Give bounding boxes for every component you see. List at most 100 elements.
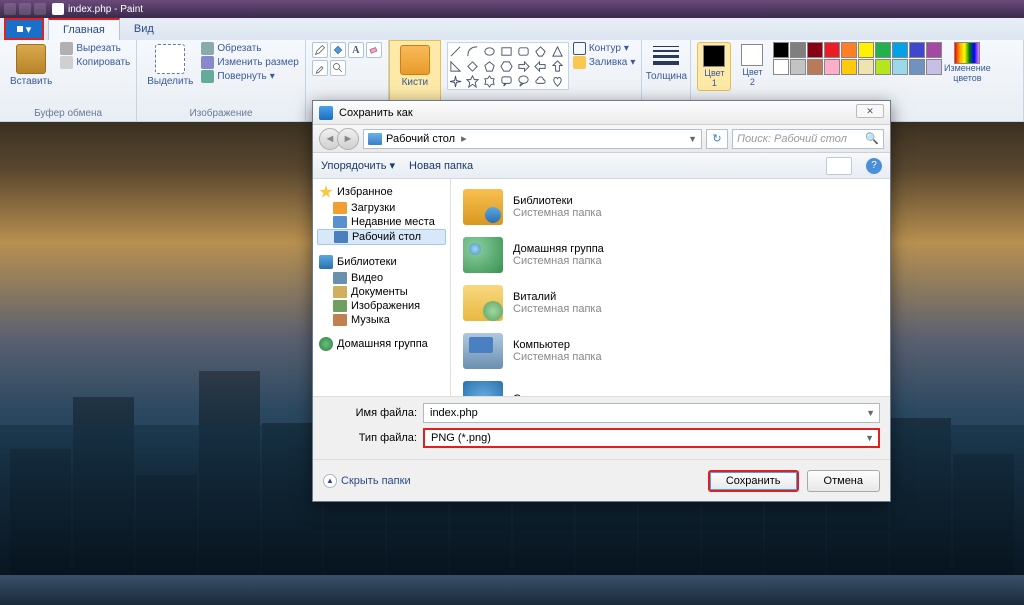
nav-recent[interactable]: Недавние места [317, 215, 446, 229]
nav-music[interactable]: Музыка [317, 313, 446, 327]
list-item[interactable]: Сеть [459, 375, 882, 396]
favorites-header[interactable]: Избранное [317, 183, 446, 201]
color-swatch[interactable] [773, 59, 789, 75]
nav-desktop[interactable]: Рабочий стол [317, 229, 446, 245]
shape-callout-icon[interactable] [500, 74, 514, 88]
shape-arrow-r-icon[interactable] [517, 59, 531, 73]
rotate-button[interactable]: Повернуть ▾ [201, 70, 298, 83]
outline-button[interactable]: Контур ▾ [573, 42, 636, 55]
crop-button[interactable]: Обрезать [201, 42, 298, 55]
eraser-tool[interactable] [366, 42, 382, 58]
shape-rect-icon[interactable] [500, 44, 514, 58]
zoom-tool[interactable] [330, 60, 346, 76]
shape-star4-icon[interactable] [449, 74, 463, 88]
shape-hexagon-icon[interactable] [500, 59, 514, 73]
color-swatch[interactable] [841, 59, 857, 75]
refresh-button[interactable]: ↻ [706, 129, 728, 149]
color-swatch[interactable] [824, 42, 840, 58]
shape-triangle-icon[interactable] [551, 44, 565, 58]
shape-cloud-icon[interactable] [534, 74, 548, 88]
nav-images[interactable]: Изображения [317, 299, 446, 313]
color-swatch[interactable] [773, 42, 789, 58]
tab-view[interactable]: Вид [120, 18, 168, 40]
color-swatch[interactable] [875, 42, 891, 58]
color-swatch[interactable] [807, 59, 823, 75]
shape-diamond-icon[interactable] [466, 59, 480, 73]
tab-home[interactable]: Главная [48, 18, 120, 40]
color-swatch[interactable] [824, 59, 840, 75]
cancel-button[interactable]: Отмена [807, 470, 880, 492]
cut-button[interactable]: Вырезать [60, 42, 130, 55]
shape-rtriangle-icon[interactable] [449, 59, 463, 73]
picker-tool[interactable] [312, 60, 328, 76]
shape-roundrect-icon[interactable] [517, 44, 531, 58]
shape-arrow-u-icon[interactable] [551, 59, 565, 73]
file-menu-button[interactable]: ▾ [4, 18, 44, 40]
brushes-button[interactable]: Кисти [396, 43, 434, 90]
qat-save-icon[interactable] [4, 3, 16, 15]
color1-button[interactable]: Цвет 1 [697, 42, 731, 91]
color-swatch[interactable] [926, 42, 942, 58]
color-swatch[interactable] [892, 59, 908, 75]
pencil-tool[interactable] [312, 42, 328, 58]
thickness-button[interactable]: Толщина [648, 42, 684, 82]
qat-redo-icon[interactable] [34, 3, 46, 15]
shape-polygon-icon[interactable] [534, 44, 548, 58]
shapes-gallery[interactable] [447, 42, 569, 90]
select-button[interactable]: Выделить [143, 42, 197, 89]
resize-button[interactable]: Изменить размер [201, 56, 298, 69]
color-swatch[interactable] [858, 59, 874, 75]
address-bar[interactable]: Рабочий стол ▸ ▼ [363, 129, 702, 149]
copy-button[interactable]: Копировать [60, 56, 130, 69]
libraries-header[interactable]: Библиотеки [317, 253, 446, 271]
nav-downloads[interactable]: Загрузки [317, 201, 446, 215]
shape-oval-icon[interactable] [483, 44, 497, 58]
shape-heart-icon[interactable] [551, 74, 565, 88]
chevron-down-icon[interactable]: ▼ [866, 408, 875, 418]
organize-button[interactable]: Упорядочить ▾ [321, 159, 395, 172]
color-swatch[interactable] [909, 42, 925, 58]
nav-documents[interactable]: Документы [317, 285, 446, 299]
shape-callout2-icon[interactable] [517, 74, 531, 88]
fill-tool[interactable] [330, 42, 346, 58]
shape-arrow-l-icon[interactable] [534, 59, 548, 73]
help-icon[interactable]: ? [866, 158, 882, 174]
color-swatch[interactable] [892, 42, 908, 58]
color-swatch[interactable] [790, 59, 806, 75]
list-item[interactable]: КомпьютерСистемная папка [459, 327, 882, 375]
color-swatch[interactable] [858, 42, 874, 58]
shape-curve-icon[interactable] [466, 44, 480, 58]
qat-undo-icon[interactable] [19, 3, 31, 15]
text-tool[interactable]: A [348, 42, 364, 58]
list-item[interactable]: БиблиотекиСистемная папка [459, 183, 882, 231]
color-swatch[interactable] [875, 59, 891, 75]
color-swatch[interactable] [926, 59, 942, 75]
edit-colors-button[interactable]: Изменение цветов [946, 42, 988, 84]
color-swatch[interactable] [790, 42, 806, 58]
fill-button[interactable]: Заливка ▾ [573, 56, 636, 69]
shape-star5-icon[interactable] [466, 74, 480, 88]
taskbar[interactable] [0, 575, 1024, 605]
color-swatch[interactable] [909, 59, 925, 75]
color-swatch[interactable] [841, 42, 857, 58]
paste-button[interactable]: Вставить [6, 42, 56, 89]
shape-star6-icon[interactable] [483, 74, 497, 88]
list-item[interactable]: Домашняя группаСистемная папка [459, 231, 882, 279]
view-button[interactable] [826, 157, 852, 175]
nav-video[interactable]: Видео [317, 271, 446, 285]
homegroup-header[interactable]: Домашняя группа [317, 335, 446, 353]
list-item[interactable]: ВиталийСистемная папка [459, 279, 882, 327]
search-input[interactable]: Поиск: Рабочий стол 🔍 [732, 129, 884, 149]
color-swatch[interactable] [807, 42, 823, 58]
shape-pentagon-icon[interactable] [483, 59, 497, 73]
filename-input[interactable]: index.php▼ [423, 403, 880, 423]
shape-line-icon[interactable] [449, 44, 463, 58]
close-icon[interactable]: ✕ [856, 104, 884, 118]
forward-button[interactable]: ► [337, 128, 359, 150]
save-button[interactable]: Сохранить [708, 470, 799, 492]
color2-button[interactable]: Цвет 2 [735, 42, 769, 89]
filetype-select[interactable]: PNG (*.png)▼ [423, 428, 880, 448]
chevron-down-icon[interactable]: ▼ [865, 433, 874, 443]
new-folder-button[interactable]: Новая папка [409, 160, 473, 172]
hide-folders-button[interactable]: ▲Скрыть папки [323, 474, 411, 488]
